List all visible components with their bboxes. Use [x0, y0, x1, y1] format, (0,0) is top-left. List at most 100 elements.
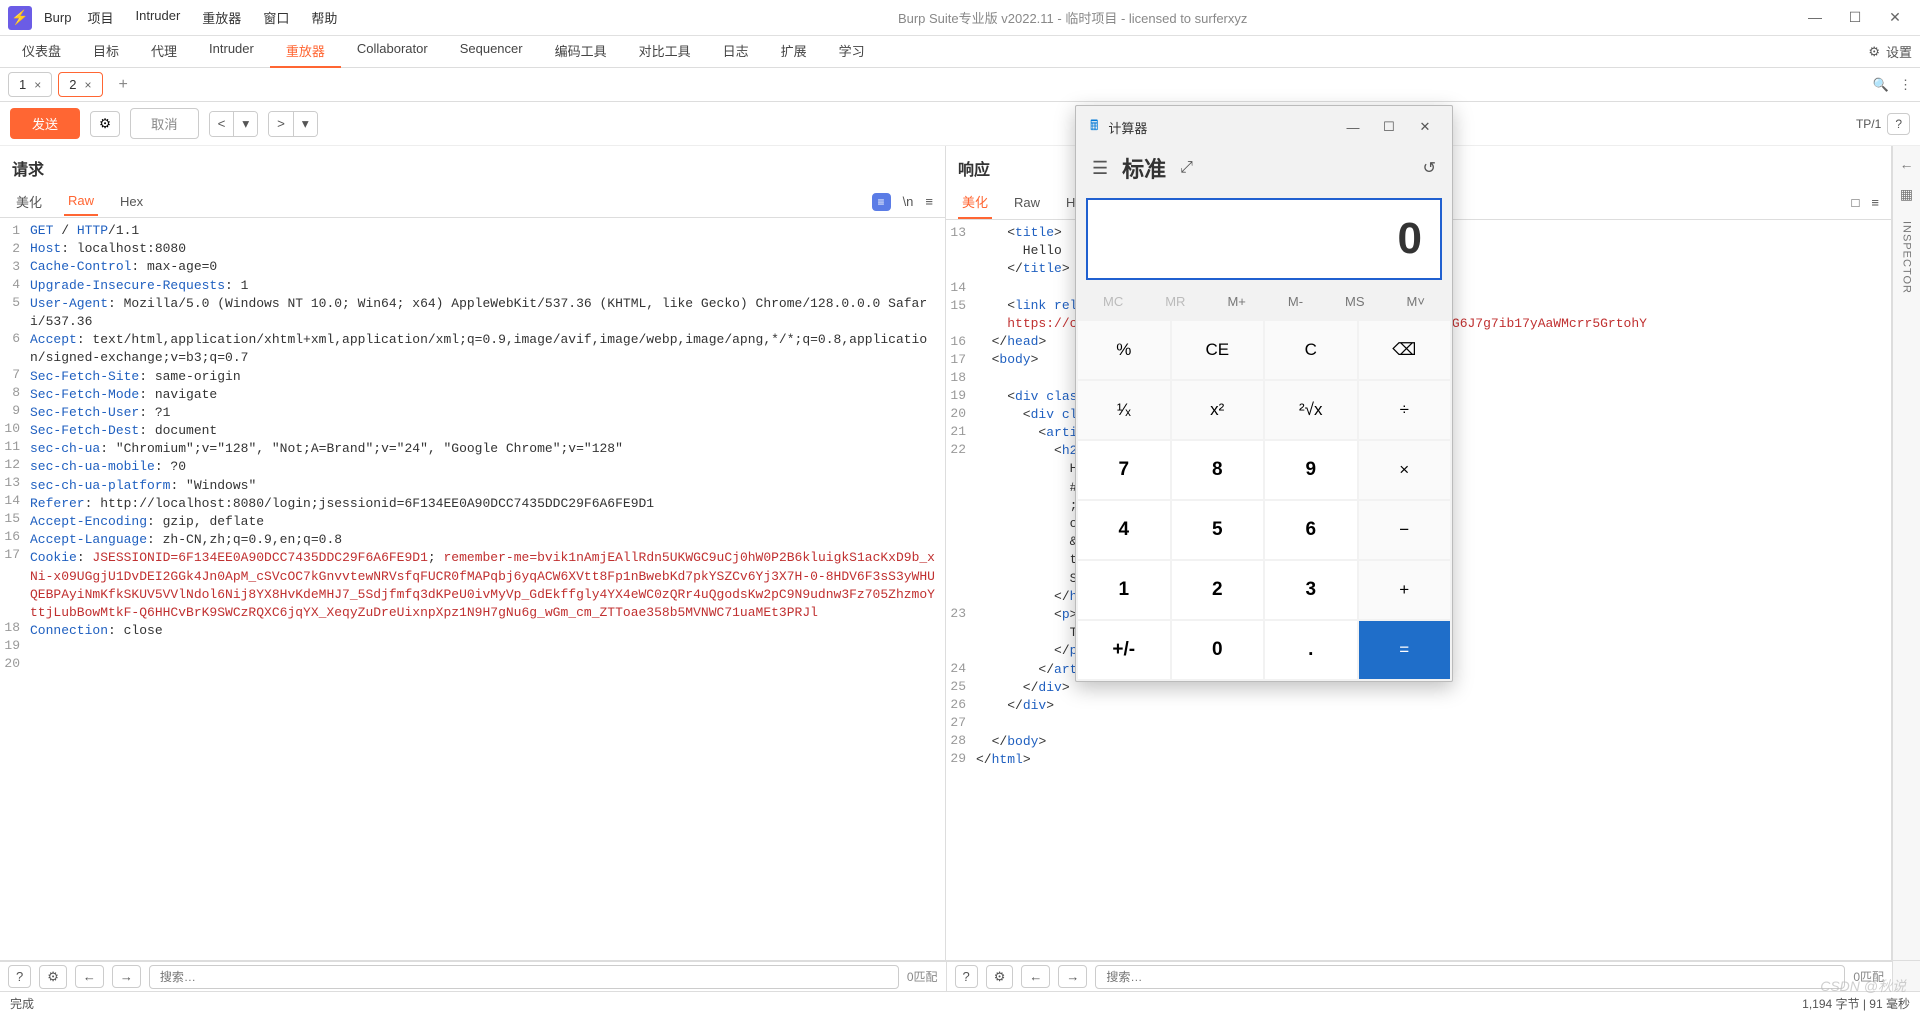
menu-帮助[interactable]: 帮助	[309, 4, 339, 31]
main-tab-6[interactable]: Sequencer	[444, 35, 539, 68]
calc-btn-.[interactable]: .	[1265, 621, 1357, 679]
calc-btn-+[interactable]: +	[1359, 561, 1451, 619]
panel-menu-icon[interactable]: ≡	[1871, 195, 1879, 210]
calc-mem-M˅[interactable]: M˅	[1399, 290, 1433, 313]
help-icon[interactable]: ?	[8, 965, 31, 988]
menu-app[interactable]: Burp	[42, 6, 73, 29]
tab-add-button[interactable]: +	[109, 72, 138, 98]
content: 请求 美化RawHex ≡ \n ≡ 123456789101112131415…	[0, 146, 1920, 960]
menu-项目[interactable]: 项目	[85, 4, 115, 31]
calc-maximize-icon[interactable]: ☐	[1376, 119, 1402, 135]
main-tab-11[interactable]: 学习	[823, 35, 881, 68]
menu-重放器[interactable]: 重放器	[200, 4, 243, 31]
close-icon[interactable]: ×	[84, 78, 91, 92]
main-tab-10[interactable]: 扩展	[765, 35, 823, 68]
request-search-input[interactable]	[149, 965, 899, 989]
main-tab-7[interactable]: 编码工具	[539, 35, 623, 68]
minimize-icon[interactable]: —	[1806, 9, 1824, 26]
nav-back-drop[interactable]: ▾	[234, 112, 257, 136]
calc-btn-9[interactable]: 9	[1265, 441, 1357, 499]
calc-btn-C[interactable]: C	[1265, 321, 1357, 379]
calc-btn-=[interactable]: =	[1359, 621, 1451, 679]
calc-btn-8[interactable]: 8	[1172, 441, 1264, 499]
gear-icon[interactable]: ⚙	[39, 965, 67, 989]
calc-btn-5[interactable]: 5	[1172, 501, 1264, 559]
help-icon[interactable]: ?	[955, 965, 978, 988]
calc-history-icon[interactable]: ↺	[1423, 158, 1436, 178]
options-button[interactable]: ⚙	[90, 111, 120, 137]
nav-fwd-button[interactable]: >	[269, 112, 294, 136]
main-tab-1[interactable]: 目标	[77, 35, 135, 68]
main-tab-4[interactable]: 重放器	[270, 35, 341, 68]
main-tab-9[interactable]: 日志	[707, 35, 765, 68]
maximize-icon[interactable]: ☐	[1846, 9, 1864, 26]
panel-tab-Raw[interactable]: Raw	[1010, 189, 1044, 216]
calc-mem-M-[interactable]: M-	[1280, 290, 1311, 313]
format-icon[interactable]: ≡	[872, 193, 891, 211]
calc-btn-%[interactable]: %	[1078, 321, 1170, 379]
arrow-left-icon[interactable]: ←	[1900, 156, 1914, 172]
calc-btn-÷[interactable]: ÷	[1359, 381, 1451, 439]
response-search-input[interactable]	[1095, 965, 1845, 989]
panel-tab-Hex[interactable]: Hex	[116, 188, 147, 215]
menu-Intruder[interactable]: Intruder	[133, 4, 182, 31]
prev-match-button[interactable]: ←	[1021, 965, 1050, 988]
panel-tab-Raw[interactable]: Raw	[64, 187, 98, 216]
panel-tab-美化[interactable]: 美化	[12, 186, 46, 217]
prev-match-button[interactable]: ←	[75, 965, 104, 988]
main-tab-5[interactable]: Collaborator	[341, 35, 444, 68]
gear-icon[interactable]: ⚙	[986, 965, 1014, 989]
panel-tab-美化[interactable]: 美化	[958, 186, 992, 219]
calc-close-icon[interactable]: ✕	[1412, 119, 1438, 135]
calc-btn-x²[interactable]: x²	[1172, 381, 1264, 439]
send-button[interactable]: 发送	[10, 108, 80, 139]
calc-btn-²√x[interactable]: ²√x	[1265, 381, 1357, 439]
request-panel: 请求 美化RawHex ≡ \n ≡ 123456789101112131415…	[0, 146, 946, 960]
menu-窗口[interactable]: 窗口	[261, 4, 291, 31]
calc-btn-¹⁄ₓ[interactable]: ¹⁄ₓ	[1078, 381, 1170, 439]
kebab-icon[interactable]: ⋮	[1899, 77, 1912, 93]
request-match-count: 0匹配	[907, 968, 938, 985]
calc-btn-4[interactable]: 4	[1078, 501, 1170, 559]
calc-btn-1[interactable]: 1	[1078, 561, 1170, 619]
help-icon[interactable]: ?	[1887, 113, 1910, 135]
close-icon[interactable]: ✕	[1886, 9, 1904, 26]
search-icon[interactable]: 🔍	[1873, 77, 1889, 93]
main-tab-2[interactable]: 代理	[135, 35, 193, 68]
calc-minimize-icon[interactable]: —	[1340, 120, 1366, 135]
panel-format-icon[interactable]: □	[1852, 195, 1860, 210]
newline-icon[interactable]: \n	[903, 194, 914, 209]
close-icon[interactable]: ×	[34, 78, 41, 92]
inspector-sidebar: ← ▦ INSPECTOR	[1892, 146, 1920, 960]
calc-btn-0[interactable]: 0	[1172, 621, 1264, 679]
calc-btn-−[interactable]: −	[1359, 501, 1451, 559]
next-match-button[interactable]: →	[1058, 965, 1087, 988]
layout-icon[interactable]: ▦	[1900, 186, 1913, 203]
calc-btn-7[interactable]: 7	[1078, 441, 1170, 499]
calc-mem-MS[interactable]: MS	[1337, 290, 1373, 313]
calc-btn-6[interactable]: 6	[1265, 501, 1357, 559]
calc-btn-2[interactable]: 2	[1172, 561, 1264, 619]
calc-keep-on-top-icon[interactable]: ⤢	[1180, 159, 1193, 177]
nav-back-button[interactable]: <	[210, 112, 235, 136]
calc-mem-M+[interactable]: M+	[1219, 290, 1253, 313]
request-editor[interactable]: 1234567891011121314151617181920 GET / HT…	[0, 218, 945, 960]
calc-btn-CE[interactable]: CE	[1172, 321, 1264, 379]
next-match-button[interactable]: →	[112, 965, 141, 988]
calc-btn-3[interactable]: 3	[1265, 561, 1357, 619]
main-tab-3[interactable]: Intruder	[193, 35, 270, 68]
calc-btn-+/-[interactable]: +/-	[1078, 621, 1170, 679]
cancel-button[interactable]: 取消	[130, 108, 199, 139]
settings-label[interactable]: 设置	[1886, 42, 1912, 61]
calc-btn-×[interactable]: ×	[1359, 441, 1451, 499]
main-tab-8[interactable]: 对比工具	[623, 35, 707, 68]
sub-tab-1[interactable]: 1×	[8, 72, 52, 97]
gear-icon[interactable]: ⚙	[1868, 44, 1880, 60]
inspector-label[interactable]: INSPECTOR	[1901, 221, 1913, 294]
nav-fwd-drop[interactable]: ▾	[294, 112, 317, 136]
panel-menu-icon[interactable]: ≡	[925, 194, 933, 209]
calc-btn-⌫[interactable]: ⌫	[1359, 321, 1451, 379]
sub-tab-2[interactable]: 2×	[58, 72, 102, 97]
calc-menu-icon[interactable]: ☰	[1092, 158, 1108, 179]
main-tab-0[interactable]: 仪表盘	[6, 35, 77, 68]
